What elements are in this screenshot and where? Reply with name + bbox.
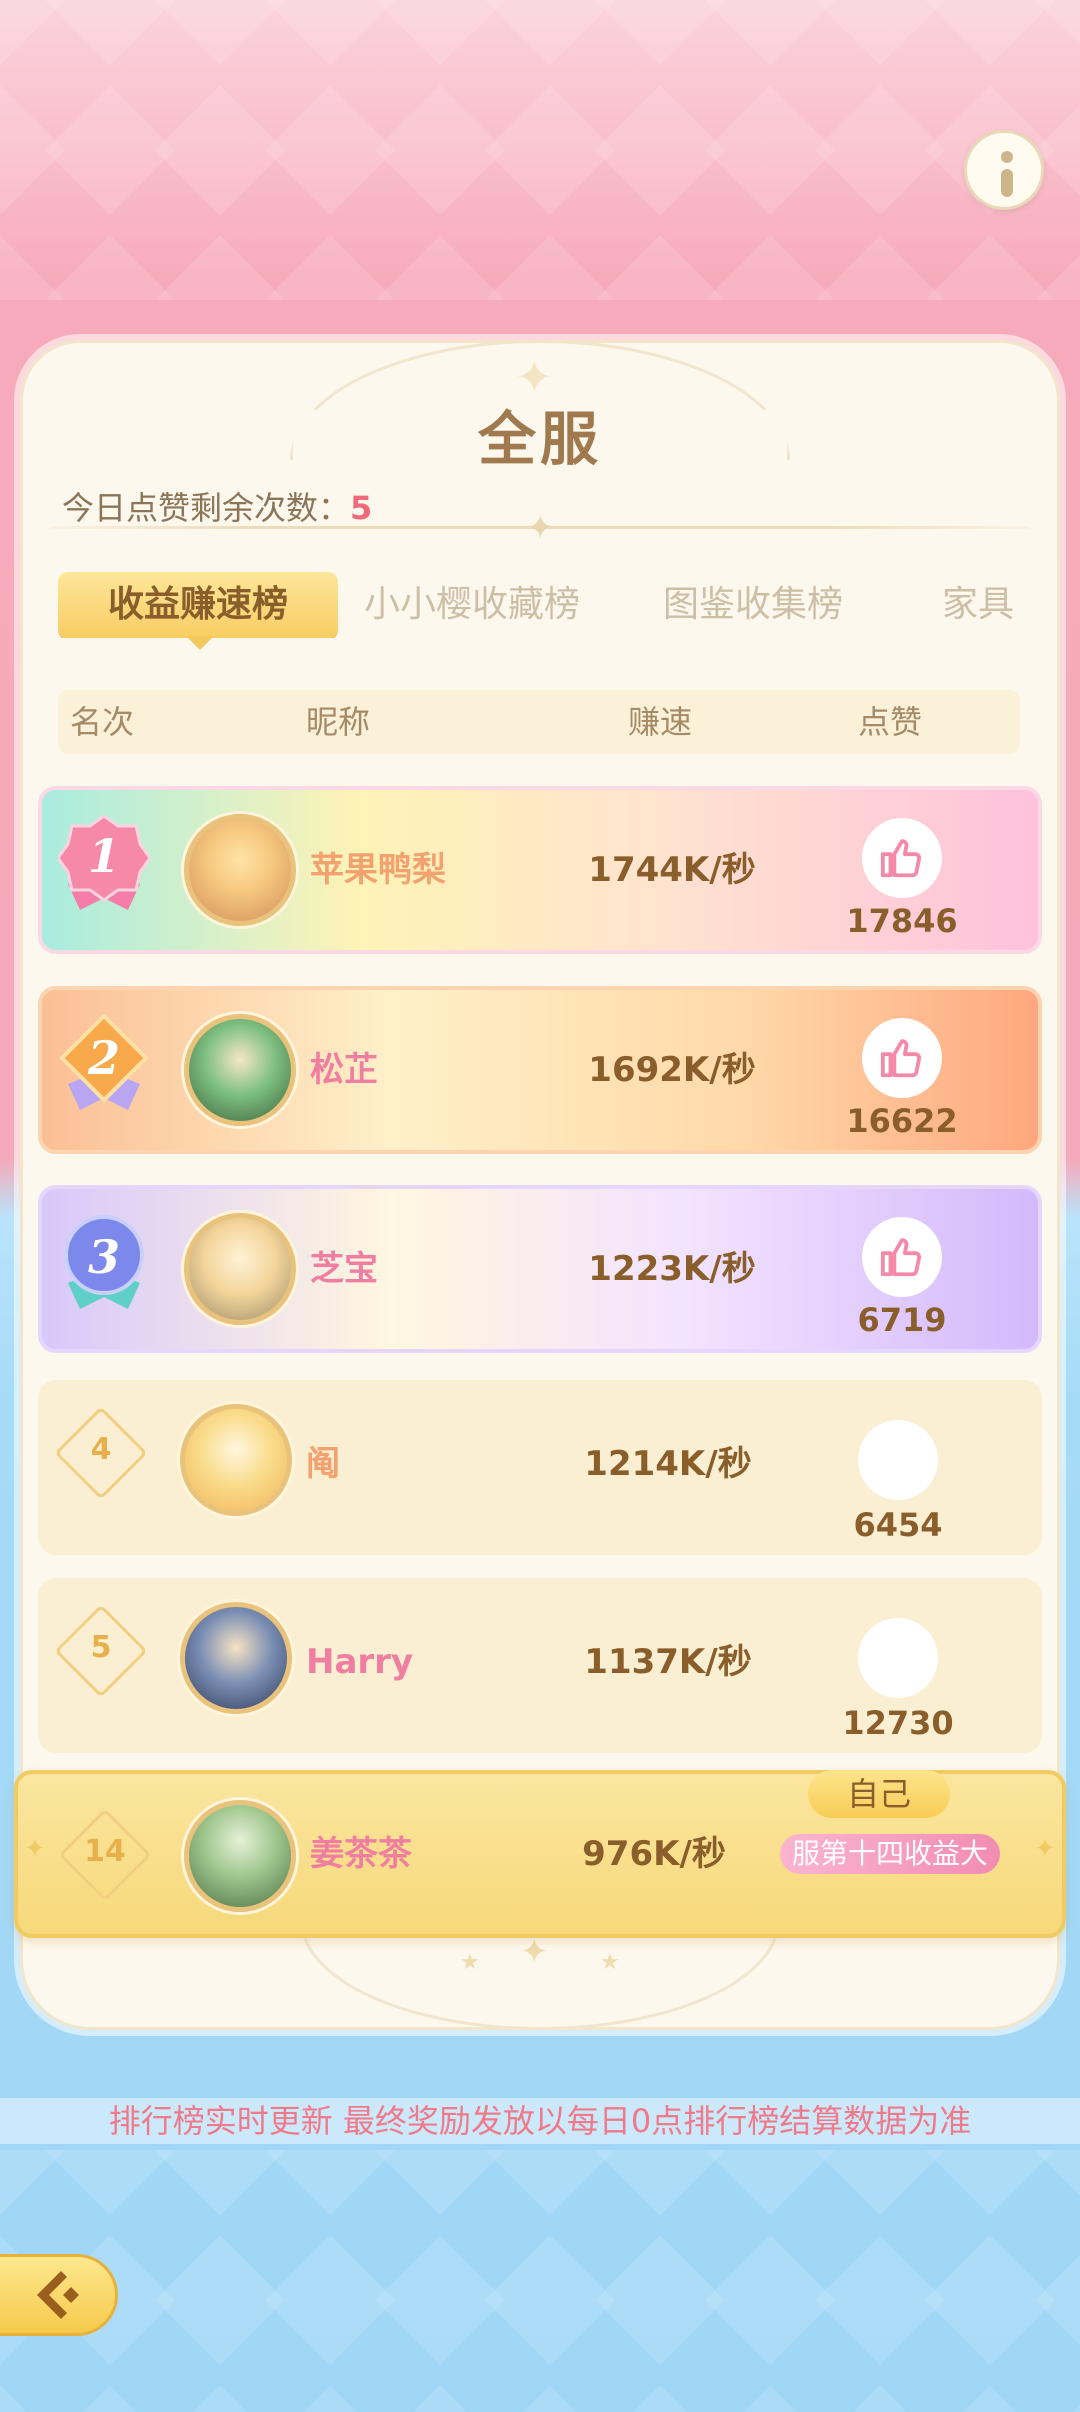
sparkle-icon: ✦ bbox=[24, 1834, 46, 1864]
earning-speed: 1692K/秒 bbox=[588, 1050, 756, 1090]
player-name: 芝宝 bbox=[310, 1249, 378, 1289]
player-name: 苹果鸭梨 bbox=[310, 850, 446, 890]
tab-atlas-collection[interactable]: 图鉴收集榜 bbox=[663, 572, 843, 638]
player-name: 松芷 bbox=[310, 1050, 378, 1090]
star-ornament-icon: ★ bbox=[600, 1950, 620, 1975]
header-speed: 赚速 bbox=[628, 703, 693, 741]
title-tag: 服第十四收益大 bbox=[780, 1834, 1000, 1874]
rank-medal-icon: 1 bbox=[58, 814, 150, 910]
self-badge: 自己 bbox=[808, 1770, 950, 1818]
svg-text:2: 2 bbox=[87, 1031, 120, 1085]
tab-sakura-collection[interactable]: 小小樱收藏榜 bbox=[364, 572, 580, 638]
like-button[interactable] bbox=[858, 1420, 938, 1500]
player-name: Harry bbox=[306, 1642, 414, 1682]
avatar[interactable] bbox=[184, 1213, 296, 1325]
svg-text:3: 3 bbox=[88, 1230, 120, 1284]
rank-medal-icon: 3 bbox=[64, 1215, 144, 1309]
like-count: 17846 bbox=[846, 902, 958, 940]
tab-pointer bbox=[186, 636, 214, 650]
back-button[interactable] bbox=[0, 2254, 118, 2336]
tab-bar: 收益赚速榜 小小樱收藏榜 图鉴收集榜 家具 bbox=[58, 572, 1028, 638]
avatar[interactable] bbox=[184, 1014, 296, 1126]
earning-speed: 1744K/秒 bbox=[588, 850, 756, 890]
rank-number: 14 bbox=[84, 1834, 126, 1869]
back-arrow-icon bbox=[37, 2271, 79, 2319]
like-button[interactable] bbox=[858, 1618, 938, 1698]
rank-medal-icon: 2 bbox=[59, 1014, 149, 1110]
avatar[interactable] bbox=[180, 1602, 292, 1714]
header-like: 点赞 bbox=[858, 703, 923, 741]
like-button[interactable] bbox=[862, 818, 942, 898]
like-button[interactable] bbox=[862, 1018, 942, 1098]
table-row: 4 阄 1214K/秒 6454 bbox=[38, 1380, 1042, 1555]
earning-speed: 1214K/秒 bbox=[584, 1444, 752, 1484]
table-row: 3 芝宝 1223K/秒 6719 bbox=[38, 1185, 1042, 1353]
likes-remaining-label: 今日点赞剩余次数： bbox=[62, 489, 351, 527]
info-button[interactable] bbox=[964, 130, 1044, 210]
rank-number: 5 bbox=[90, 1630, 112, 1665]
likes-remaining-value: 5 bbox=[350, 489, 373, 527]
avatar[interactable] bbox=[184, 1800, 296, 1912]
table-row: 2 松芷 1692K/秒 16622 bbox=[38, 986, 1042, 1154]
tab-earning-speed[interactable]: 收益赚速榜 bbox=[58, 572, 338, 638]
thumbs-up-icon bbox=[880, 839, 922, 878]
header-rank: 名次 bbox=[70, 703, 135, 741]
star-ornament-icon: ✦ bbox=[526, 508, 555, 548]
page-title: 全服 bbox=[477, 405, 602, 473]
star-ornament-icon: ★ bbox=[460, 1950, 480, 1975]
like-count: 16622 bbox=[846, 1102, 958, 1140]
avatar[interactable] bbox=[184, 814, 296, 926]
thumbs-up-icon bbox=[880, 1039, 922, 1078]
table-row: 5 Harry 1137K/秒 12730 bbox=[38, 1578, 1042, 1753]
earning-speed: 976K/秒 bbox=[582, 1834, 726, 1874]
thumbs-up-icon bbox=[880, 1238, 922, 1277]
tab-furniture[interactable]: 家具 bbox=[942, 572, 1014, 638]
notice-text: 排行榜实时更新 最终奖励发放以每日0点排行榜结算数据为准 bbox=[108, 2102, 972, 2140]
star-ornament-icon: ✦ bbox=[520, 1932, 549, 1972]
like-count: 12730 bbox=[842, 1704, 954, 1742]
sparkle-icon: ✦ bbox=[1034, 1834, 1056, 1864]
table-row: 1 苹果鸭梨 1744K/秒 17846 bbox=[38, 786, 1042, 954]
earning-speed: 1137K/秒 bbox=[584, 1642, 752, 1682]
table-header: 名次 昵称 赚速 点赞 bbox=[58, 690, 1020, 754]
header-name: 昵称 bbox=[306, 703, 371, 741]
player-name: 姜茶茶 bbox=[310, 1834, 412, 1874]
svg-text:1: 1 bbox=[88, 829, 120, 883]
like-count: 6454 bbox=[853, 1506, 943, 1544]
rank-number: 4 bbox=[90, 1432, 112, 1467]
like-count: 6719 bbox=[857, 1301, 947, 1339]
player-name: 阄 bbox=[306, 1444, 340, 1484]
avatar[interactable] bbox=[180, 1404, 292, 1516]
earning-speed: 1223K/秒 bbox=[588, 1249, 756, 1289]
likes-remaining: 今日点赞剩余次数：5 bbox=[62, 483, 372, 529]
like-button[interactable] bbox=[862, 1217, 942, 1297]
